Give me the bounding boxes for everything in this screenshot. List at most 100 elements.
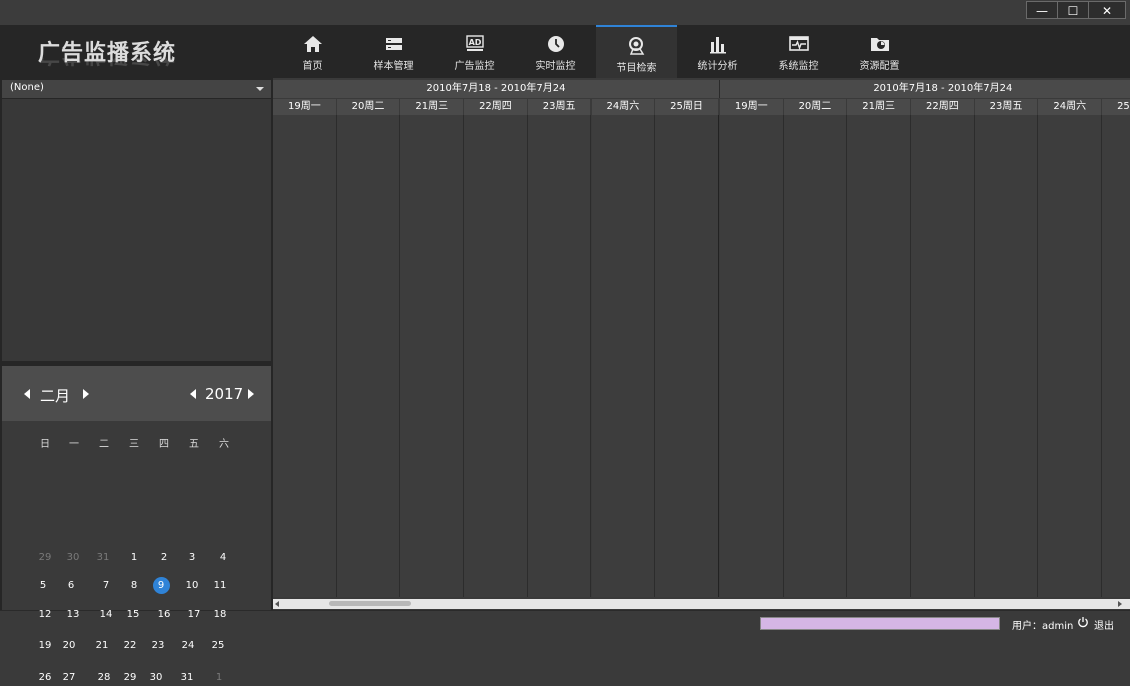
calendar-day[interactable]: 27 [56,670,82,686]
calendar-day[interactable]: 26 [32,670,58,686]
calendar-day[interactable]: 5 [30,578,56,594]
calendar-day[interactable]: 24 [175,638,201,654]
day-column[interactable] [911,115,975,597]
calendar-day-number: 17 [187,609,201,620]
progress-fill [761,618,999,629]
calendar-day[interactable]: 6 [58,578,84,594]
calendar-day[interactable]: 29 [117,670,143,686]
day-column-header: 20周二 [336,99,400,115]
calendar-day[interactable]: 25 [205,638,231,654]
calendar-day[interactable]: 4 [210,550,236,566]
calendar-day-number: 25 [211,640,225,651]
nav-item-monitor[interactable]: 系统监控 [758,25,839,78]
calendar-day-number: 3 [188,552,196,563]
channel-combo[interactable]: (None) [2,80,271,98]
calendar-day-number: 23 [151,640,165,651]
day-column[interactable] [783,115,848,597]
maximize-button[interactable]: ☐ [1057,1,1089,19]
day-column[interactable] [273,115,337,597]
calendar-day[interactable]: 19 [32,638,58,654]
calendar-day[interactable]: 1 [206,670,232,686]
calendar-day[interactable]: 30 [60,550,86,566]
calendar-day-number: 31 [180,672,194,683]
nav-item-search[interactable]: 节目检索 [596,25,677,78]
calendar-day[interactable]: 11 [207,578,233,594]
day-column[interactable] [655,115,719,597]
nav-item-ad[interactable]: AD 广告监控 [434,25,515,78]
main-nav: 首页 样本管理 AD 广告监控 实时监控 节目检索 统计分析 系统监控 资源配置 [272,25,920,78]
nav-item-home[interactable]: 首页 [272,25,353,78]
calendar-day[interactable]: 1 [121,550,147,566]
nav-item-bar-chart[interactable]: 统计分析 [677,25,758,78]
prev-month-icon[interactable] [24,389,30,399]
power-icon[interactable] [1077,616,1089,628]
app-title-reflection: 广告监播系统 [38,58,176,72]
day-column[interactable] [464,115,528,597]
calendar-day-number: 13 [66,609,80,620]
calendar-day-number: 29 [123,672,137,683]
calendar-day[interactable]: 21 [89,638,115,654]
calendar-day[interactable]: 28 [91,670,117,686]
day-column[interactable] [719,115,784,597]
calendar-day[interactable]: 2 [151,550,177,566]
day-column-header: 23周五 [974,99,1038,115]
calendar-day-selected[interactable]: 9 [148,577,174,594]
minimize-button[interactable]: — [1026,1,1058,19]
user-label: 用户：admin [1012,621,1074,632]
monitor-icon [788,36,809,51]
calendar-day[interactable]: 22 [117,638,143,654]
next-year-icon[interactable] [248,389,254,399]
calendar-weekday: 三 [129,439,139,450]
nav-label: 统计分析 [697,61,738,72]
nav-label: 系统监控 [778,61,819,72]
day-column[interactable] [527,115,592,597]
calendar-day[interactable]: 23 [145,638,171,654]
calendar-weekday: 二 [99,439,109,450]
day-column-header: 24周六 [591,99,655,115]
logout-link[interactable]: 退出 [1094,617,1114,632]
close-button[interactable]: ✕ [1088,1,1126,19]
scrollbar-thumb[interactable] [329,601,411,606]
day-column[interactable] [591,115,656,597]
calendar-day-number: 1 [130,552,138,563]
day-column[interactable] [974,115,1039,597]
calendar-day-number: 7 [102,580,110,591]
nav-item-clock[interactable]: 实时监控 [515,25,596,78]
day-column[interactable] [336,115,401,597]
scroll-right-icon[interactable] [1118,601,1122,607]
left-panel: (None) 二月 2017 日一二三四五六 29 30 31 1 2 3 4 5 6 7 8 9 10 1… [0,78,273,683]
calendar-day[interactable]: 31 [174,670,200,686]
calendar-weekday: 一 [69,439,79,450]
bar-chart-icon [709,37,726,54]
nav-label: 节目检索 [616,63,657,74]
calendar-day[interactable]: 8 [121,578,147,594]
nav-item-folder-chart[interactable]: 资源配置 [839,25,920,78]
calendar-day-number: 20 [62,640,76,651]
calendar-day[interactable]: 30 [143,670,169,686]
calendar-day-number: 1 [215,672,223,683]
calendar-month: 二月 [40,387,71,405]
nav-label: 广告监控 [454,61,495,72]
channel-list[interactable] [2,99,271,361]
calendar-day[interactable]: 31 [90,550,116,566]
day-column-header: 19周一 [273,99,336,115]
day-column[interactable] [1038,115,1103,597]
day-column-header: 22周四 [911,99,974,115]
app-header: 广告监播系统 广告监播系统 首页样本管理AD广告监控实时监控节目检索统计分析系统… [0,25,1130,78]
calendar-day-number: 30 [66,552,80,563]
scroll-left-icon[interactable] [275,601,279,607]
calendar-day[interactable]: 20 [56,638,82,654]
horizontal-scrollbar[interactable] [273,599,1130,609]
calendar-day[interactable]: 3 [179,550,205,566]
next-month-icon[interactable] [83,389,89,399]
day-column[interactable] [847,115,911,597]
calendar-day-number: 16 [157,609,171,620]
day-column[interactable] [1102,115,1130,597]
prev-year-icon[interactable] [190,389,196,399]
calendar-day[interactable]: 29 [32,550,58,566]
calendar-day[interactable]: 10 [179,578,205,594]
nav-item-sample-management[interactable]: 样本管理 [353,25,434,78]
day-column[interactable] [400,115,465,597]
calendar-day[interactable]: 7 [93,578,119,594]
calendar-weekday: 四 [159,439,169,450]
